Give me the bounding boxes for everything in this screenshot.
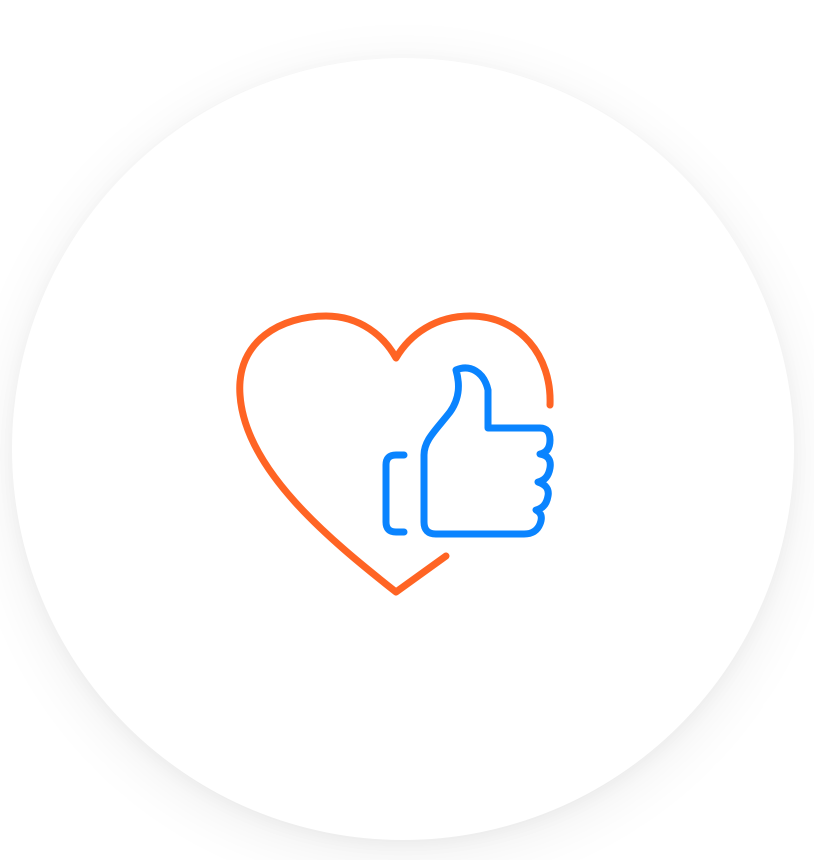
thumbs-up-icon bbox=[420, 364, 554, 538]
icon-graphic bbox=[236, 312, 554, 596]
thumb-cuff-icon bbox=[382, 451, 408, 536]
heart-thumbs-up-icon bbox=[0, 0, 814, 860]
canvas bbox=[0, 0, 814, 860]
